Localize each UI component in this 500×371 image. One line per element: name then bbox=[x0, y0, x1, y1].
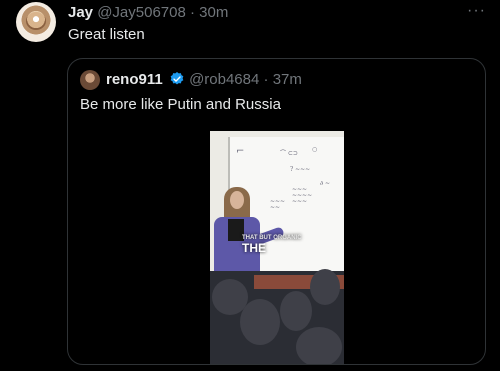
quoted-tweet-card[interactable]: reno911 @rob4684 · 37m Be more like Puti… bbox=[67, 58, 486, 365]
audience-head bbox=[296, 327, 342, 364]
verified-badge-icon bbox=[170, 72, 184, 85]
video-caption-big: THE bbox=[242, 241, 266, 255]
tweet-text: Great listen bbox=[68, 26, 145, 43]
quoted-tweet-text: Be more like Putin and Russia bbox=[80, 96, 281, 113]
dot-separator: · bbox=[190, 4, 195, 21]
quoted-author-name[interactable]: reno911 bbox=[106, 71, 163, 88]
more-options-icon[interactable]: ··· bbox=[467, 2, 486, 20]
audience-head bbox=[280, 291, 312, 331]
quoted-tweet-header: reno911 @rob4684 · 37m bbox=[106, 71, 302, 88]
quoted-dot-separator: · bbox=[263, 71, 269, 88]
audience-head bbox=[240, 299, 280, 345]
video-thumbnail[interactable]: ⌒ ⊂⊃ ○ ? ~~~ ∂ ~ ~~~ ~~~~ ~~~ ~~~ ~~ ⌐ THAT… bbox=[210, 131, 344, 364]
quoted-timestamp[interactable]: 37m bbox=[273, 71, 302, 88]
author-name[interactable]: Jay bbox=[68, 4, 93, 21]
author-handle[interactable]: @Jay506708 bbox=[97, 4, 186, 21]
quoted-author-handle[interactable]: @rob4684 bbox=[189, 71, 259, 88]
audience-head bbox=[310, 269, 340, 305]
video-caption: THAT BUT ORGANIC THE bbox=[242, 235, 322, 255]
tweet-timestamp[interactable]: 30m bbox=[199, 4, 228, 21]
tweet-header: Jay @Jay506708 · 30m bbox=[68, 4, 228, 21]
author-avatar[interactable] bbox=[16, 2, 56, 42]
speaker-face bbox=[230, 191, 244, 209]
quoted-author-avatar[interactable] bbox=[80, 70, 100, 90]
